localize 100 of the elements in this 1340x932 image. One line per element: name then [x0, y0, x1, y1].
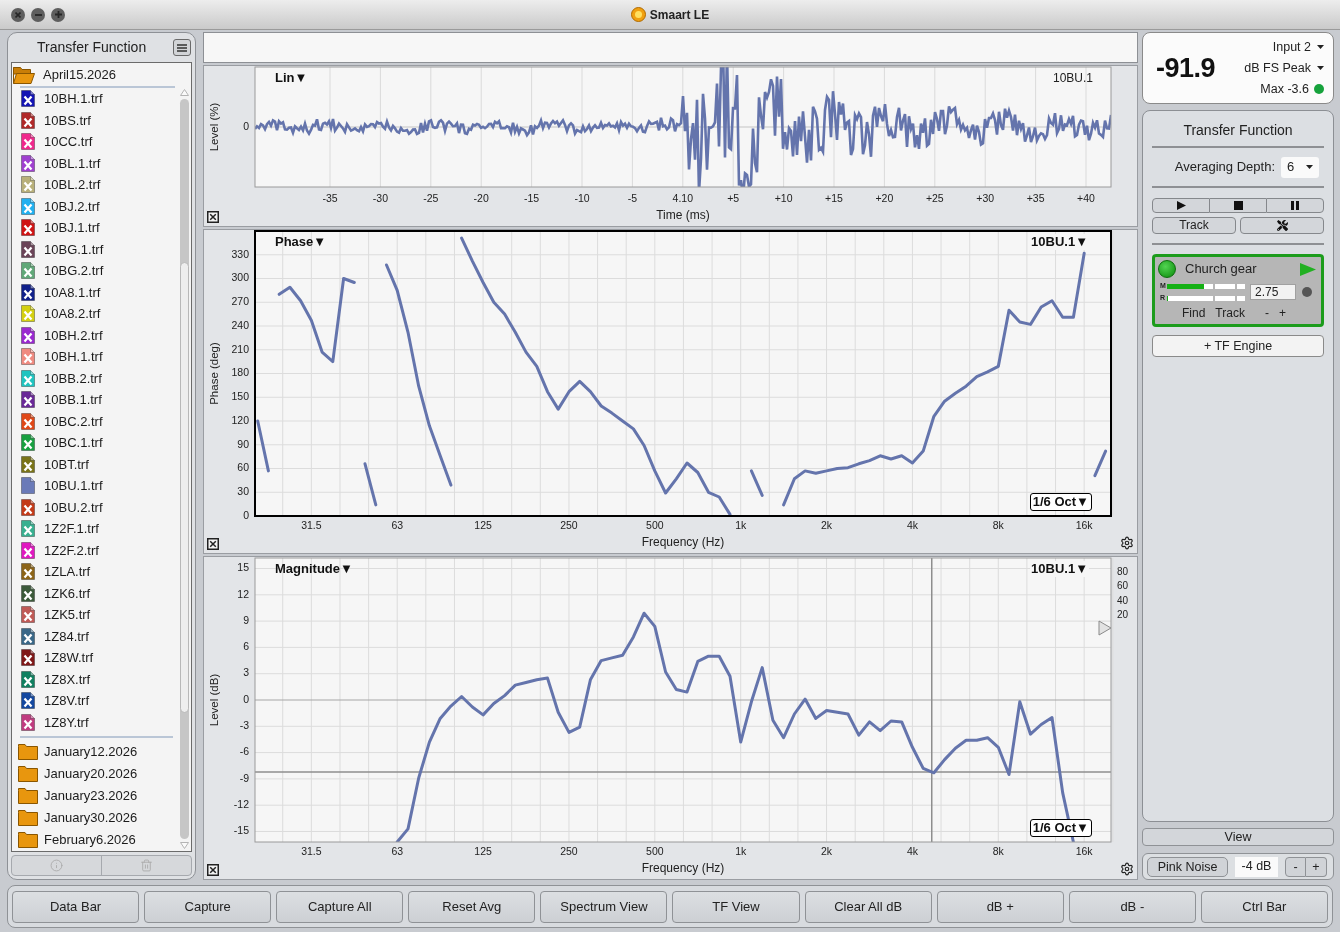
command-button[interactable]: Clear All dB [804, 890, 932, 923]
input-select[interactable]: Input 2 [1272, 39, 1324, 55]
smoothing-dropdown[interactable]: 1/6 Oct▼ [1029, 493, 1092, 511]
add-engine-button[interactable]: + TF Engine [1152, 335, 1324, 357]
scrollbar-track[interactable] [180, 99, 189, 839]
window-minimize-button[interactable] [31, 7, 45, 22]
smoothing-dropdown[interactable]: 1/6 Oct▼ [1029, 819, 1092, 837]
file-item[interactable]: 1Z8X.trf [12, 668, 175, 690]
command-button[interactable]: dB - [1068, 890, 1196, 923]
engine-action-button[interactable]: + [1276, 306, 1288, 320]
settings-icon[interactable] [1120, 862, 1134, 876]
axis-title: Phase (deg) [208, 342, 221, 405]
axis-tick-label: 1k [735, 844, 747, 857]
file-item[interactable]: 10A8.1.trf [12, 281, 175, 303]
file-item[interactable]: 10BC.1.trf [12, 432, 175, 454]
plot-mode-dropdown[interactable]: Magnitude▼ [275, 561, 353, 577]
scrollbar-thumb[interactable] [180, 261, 189, 714]
file-item[interactable]: 10BJ.1.trf [12, 217, 175, 239]
trace-dropdown[interactable]: 10BU.1▼ [1030, 561, 1089, 577]
axis-tick-label: 16k [1075, 844, 1093, 857]
file-item[interactable]: 10BL.1.trf [12, 152, 175, 174]
file-item[interactable]: 10BH.1.trf [12, 346, 175, 368]
close-icon[interactable] [207, 538, 219, 550]
axis-tick-label: +15 [825, 191, 843, 204]
close-icon[interactable] [207, 864, 219, 876]
file-item[interactable]: 10BH.2.trf [12, 324, 175, 346]
command-button[interactable]: Spectrum View [540, 890, 668, 923]
averaging-label: Averaging Depth: [1174, 158, 1275, 177]
file-item[interactable]: 10BU.1.trf [12, 475, 175, 497]
averaging-select[interactable]: 6 [1281, 156, 1319, 178]
file-item[interactable]: 10BH.1.trf [12, 88, 175, 110]
axis-tick-label: 0 [243, 692, 249, 705]
view-button[interactable]: View [1142, 828, 1334, 846]
pointer-handle-icon[interactable] [1098, 620, 1112, 636]
folder-item[interactable]: January30.2026 [12, 807, 175, 829]
axis-tick-label: 2k [821, 844, 833, 857]
file-item[interactable]: 1Z84.trf [12, 625, 175, 647]
command-button[interactable]: Data Bar [12, 890, 140, 923]
file-item[interactable]: 10BB.2.trf [12, 367, 175, 389]
units-select[interactable]: dB FS Peak [1244, 60, 1324, 76]
stop-button[interactable] [1210, 198, 1266, 213]
file-item[interactable]: 1ZK5.trf [12, 604, 175, 626]
file-item[interactable]: 1Z8W.trf [12, 647, 175, 669]
file-item[interactable]: 10BU.2.trf [12, 496, 175, 518]
trace-dropdown[interactable]: 10BU.1▼ [1030, 234, 1089, 250]
axis-tick-label: 8k [992, 844, 1004, 857]
folder-item[interactable]: February6.2026 [12, 829, 175, 851]
noise-generator-button[interactable]: Pink Noise [1147, 856, 1228, 877]
delay-field[interactable]: 2.75 [1250, 284, 1296, 300]
file-item[interactable]: 10BC.2.trf [12, 410, 175, 432]
command-button[interactable]: TF View [672, 890, 800, 923]
command-button[interactable]: Capture [144, 890, 272, 923]
file-item[interactable]: 10BB.1.trf [12, 389, 175, 411]
plot-mode-dropdown[interactable]: Phase▼ [275, 234, 327, 250]
play-button[interactable] [1152, 198, 1210, 213]
file-item[interactable]: 1ZLA.trf [12, 561, 175, 583]
engine-action-button[interactable]: Track [1213, 306, 1247, 320]
window-zoom-button[interactable] [51, 7, 65, 22]
axis-tick-label: +30 [976, 191, 995, 204]
axis-tick-label: 300 [231, 271, 249, 284]
file-item[interactable]: 10BG.1.trf [12, 238, 175, 260]
axis-tick-label: 4k [906, 518, 918, 531]
file-item[interactable]: 10A8.2.trf [12, 303, 175, 325]
status-light-icon[interactable] [1158, 260, 1176, 278]
close-icon[interactable] [207, 211, 219, 223]
axis-title: Time (ms) [656, 208, 710, 223]
file-item[interactable]: 10BJ.2.trf [12, 195, 175, 217]
command-button[interactable]: dB + [936, 890, 1064, 923]
tools-button[interactable] [1240, 217, 1324, 234]
command-button[interactable]: Reset Avg [408, 890, 536, 923]
file-item[interactable]: 10BG.2.trf [12, 260, 175, 282]
command-button[interactable]: Capture All [276, 890, 404, 923]
file-item[interactable]: 10BT.trf [12, 453, 175, 475]
pause-button[interactable] [1266, 198, 1324, 213]
file-item[interactable]: 1Z2F.2.trf [12, 539, 175, 561]
step-button[interactable]: + [1306, 856, 1327, 877]
command-button[interactable]: Ctrl Bar [1200, 890, 1328, 923]
generator-level-field[interactable]: -4 dB [1235, 856, 1278, 877]
folder-item[interactable]: January12.2026 [12, 741, 175, 763]
track-button[interactable]: Track [1152, 217, 1236, 234]
caret-icon [1306, 165, 1313, 169]
folder-item[interactable]: January20.2026 [12, 763, 175, 785]
file-item[interactable]: 1Z2F.1.trf [12, 518, 175, 540]
sidebar-menu-button[interactable] [173, 39, 191, 56]
file-item[interactable]: 1Z8V.trf [12, 690, 175, 712]
folder-item[interactable]: April15.2026 [12, 63, 175, 86]
axis-tick-label: -15 [524, 191, 540, 204]
engine-action-button[interactable]: Find [1180, 306, 1208, 320]
file-item[interactable]: 10BS.trf [12, 109, 175, 131]
axis-tick-label: -6 [239, 745, 249, 758]
settings-icon[interactable] [1120, 536, 1134, 550]
file-item[interactable]: 1Z8Y.trf [12, 711, 175, 733]
step-button[interactable]: - [1285, 856, 1306, 877]
window-close-button[interactable] [11, 7, 25, 22]
axis-tick-label: 63 [391, 844, 404, 857]
folder-item[interactable]: January23.2026 [12, 785, 175, 807]
file-item[interactable]: 1ZK6.trf [12, 582, 175, 604]
engine-action-button[interactable]: - [1262, 306, 1271, 320]
file-item[interactable]: 10CC.trf [12, 131, 175, 153]
file-item[interactable]: 10BL.2.trf [12, 174, 175, 196]
